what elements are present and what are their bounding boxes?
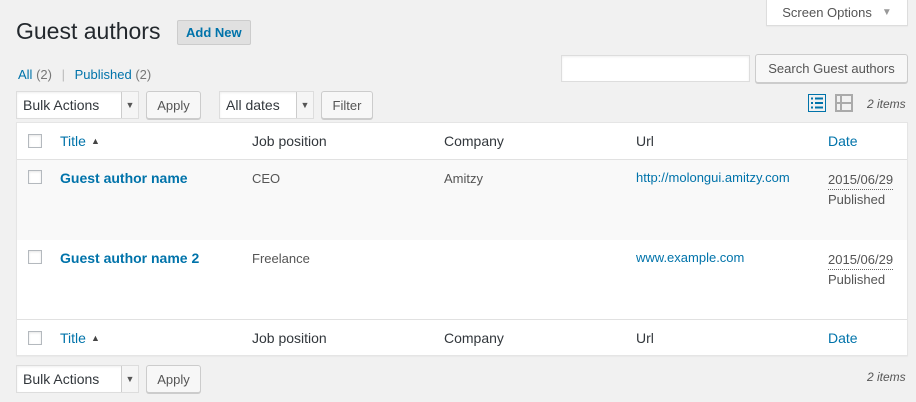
search-input[interactable]: [561, 55, 750, 82]
status-filters: All (2) | Published (2): [18, 67, 151, 82]
add-new-button[interactable]: Add New: [177, 20, 251, 45]
filter-published-link[interactable]: Published: [75, 67, 132, 82]
table-header-row: Title ▲ Job position Company Url Date: [17, 123, 907, 160]
dates-value: All dates: [226, 97, 280, 113]
column-job-footer: Job position: [252, 330, 327, 346]
column-title-header[interactable]: Title ▲: [60, 133, 100, 149]
column-company-header: Company: [444, 133, 504, 149]
filter-all-link[interactable]: All: [18, 67, 32, 82]
row-job: CEO: [252, 171, 281, 186]
column-date-footer[interactable]: Date: [828, 330, 858, 346]
row-date-value: 2015/06/29: [828, 170, 894, 190]
guest-authors-table: Title ▲ Job position Company Url Date Gue…: [16, 122, 908, 356]
row-status: Published: [828, 192, 886, 207]
sort-up-icon: ▲: [90, 333, 100, 343]
page-title: Guest authors: [16, 18, 161, 44]
triangle-down-icon: ▼: [881, 7, 892, 18]
title-sort-link[interactable]: Title: [60, 330, 86, 346]
search-button[interactable]: Search Guest authors: [755, 54, 908, 83]
row-url-link[interactable]: www.example.com: [636, 250, 744, 265]
column-company-footer: Company: [444, 330, 504, 346]
list-view-icon[interactable]: [808, 94, 826, 112]
screen-options-button[interactable]: Screen Options ▼: [766, 0, 908, 26]
filter-separator: |: [61, 67, 65, 82]
row-status: Published: [828, 272, 886, 287]
row-date: 2015/06/29 Published: [828, 170, 894, 209]
filter-published-count: (2): [135, 67, 152, 82]
row-url-link[interactable]: http://molongui.amitzy.com: [636, 170, 790, 185]
table-row: Guest author name CEO Amitzy http://molo…: [17, 160, 907, 240]
filter-button[interactable]: Filter: [321, 91, 373, 119]
row-checkbox[interactable]: [28, 170, 42, 184]
table-footer-row: Title ▲ Job position Company Url Date: [17, 319, 907, 356]
bulk-actions-value: Bulk Actions: [23, 97, 100, 113]
bulk-actions-select-bottom[interactable]: Bulk Actions ▼: [16, 365, 139, 393]
row-company: Amitzy: [444, 171, 483, 186]
dates-select[interactable]: All dates ▼: [219, 91, 314, 119]
apply-button[interactable]: Apply: [146, 91, 201, 119]
column-title-footer[interactable]: Title ▲: [60, 330, 100, 346]
row-job: Freelance: [252, 251, 310, 266]
chevron-down-icon: ▼: [296, 92, 313, 118]
excerpt-view-icon[interactable]: [835, 94, 853, 112]
screen-options-label: Screen Options: [782, 5, 872, 20]
title-sort-link[interactable]: Title: [60, 133, 86, 149]
chevron-down-icon: ▼: [121, 92, 138, 118]
apply-button-bottom[interactable]: Apply: [146, 365, 201, 393]
bulk-actions-select[interactable]: Bulk Actions ▼: [16, 91, 139, 119]
items-count: 2 items: [867, 97, 906, 111]
column-url-header: Url: [636, 133, 654, 149]
row-date-value: 2015/06/29: [828, 250, 894, 270]
filter-all-count: (2): [36, 67, 52, 82]
column-job-header: Job position: [252, 133, 327, 149]
items-count-bottom: 2 items: [867, 370, 906, 384]
row-checkbox[interactable]: [28, 250, 42, 264]
bulk-actions-value: Bulk Actions: [23, 371, 100, 387]
column-url-footer: Url: [636, 330, 654, 346]
row-date: 2015/06/29 Published: [828, 250, 894, 289]
select-all-checkbox[interactable]: [28, 331, 42, 345]
chevron-down-icon: ▼: [121, 366, 138, 392]
row-title-link[interactable]: Guest author name: [60, 170, 188, 186]
row-title-link[interactable]: Guest author name 2: [60, 250, 199, 266]
table-row: Guest author name 2 Freelance www.exampl…: [17, 240, 907, 319]
sort-up-icon: ▲: [90, 136, 100, 146]
column-date-header[interactable]: Date: [828, 133, 858, 149]
select-all-checkbox[interactable]: [28, 134, 42, 148]
